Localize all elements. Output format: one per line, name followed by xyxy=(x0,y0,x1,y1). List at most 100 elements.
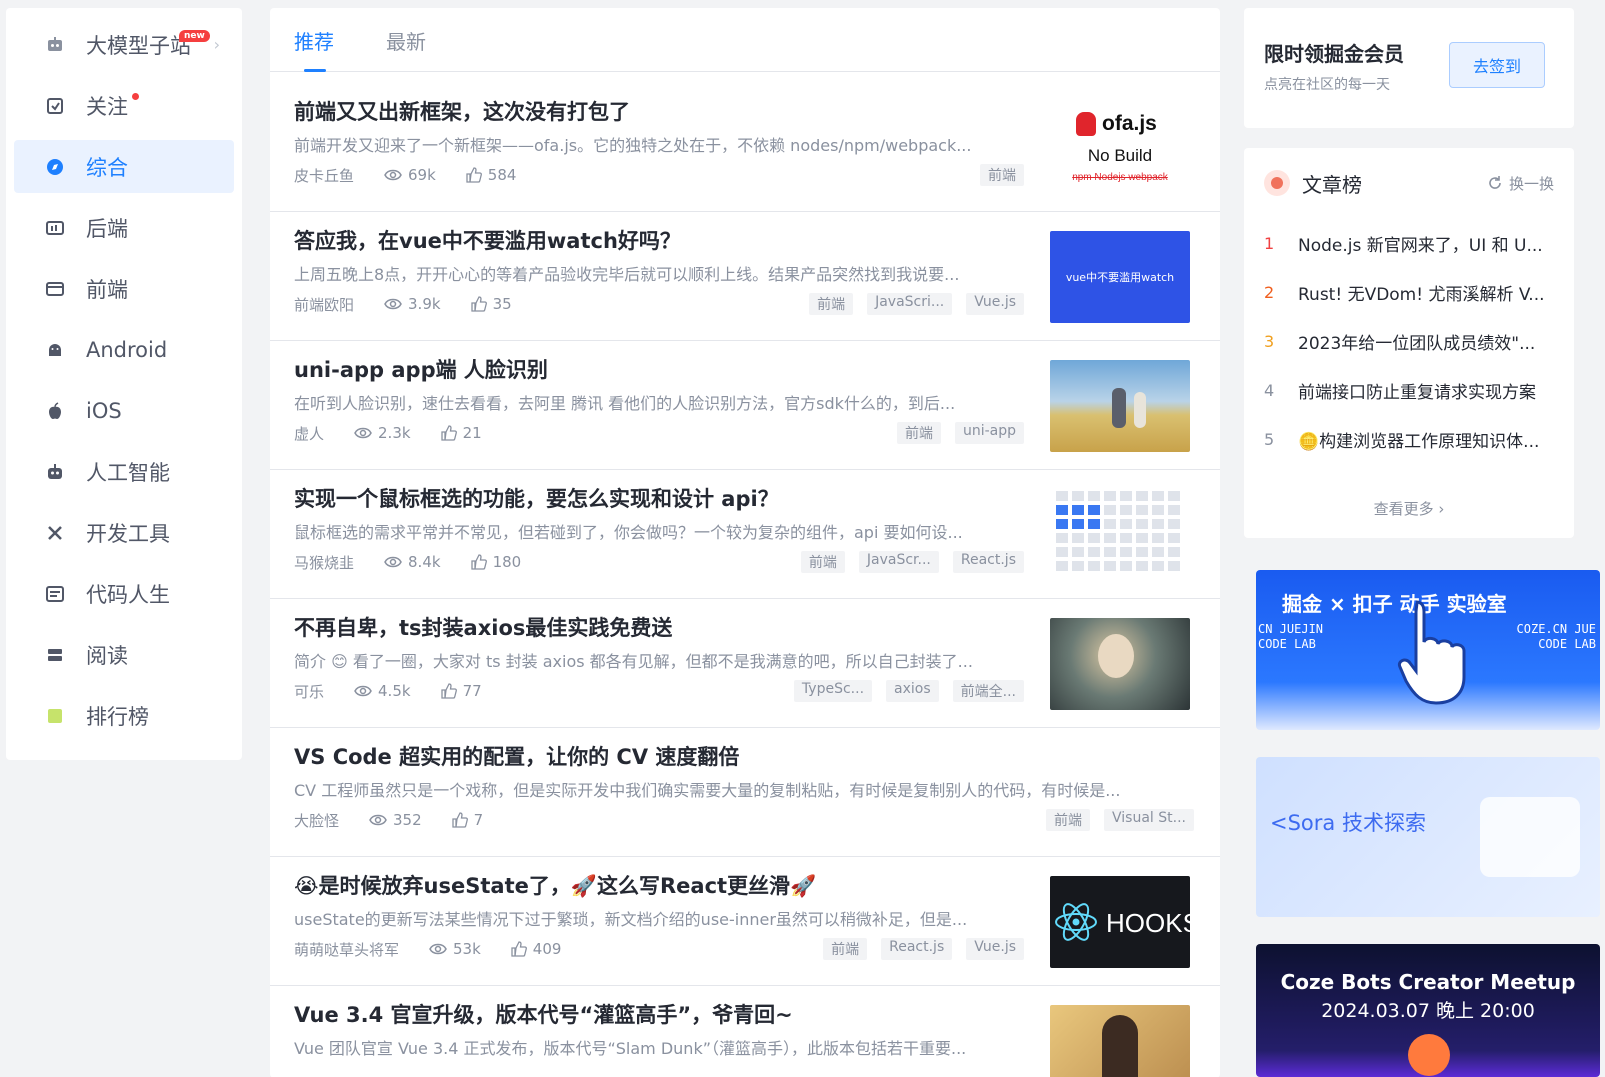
tab-latest[interactable]: 最新 xyxy=(386,26,426,71)
like-count[interactable]: 21 xyxy=(440,424,482,442)
juejin-coze-lab-banner[interactable]: 掘金 × 扣子 动手 实验室 CN JUEJIN CODE LAB COZE.C… xyxy=(1256,570,1600,730)
article-tag[interactable]: Vue.js xyxy=(966,938,1024,960)
article-item[interactable]: 不再自卑，ts封装axios最佳实践免费送 简介 😊 看了一圈，大家对 ts 封… xyxy=(270,596,1220,728)
compass-icon xyxy=(46,158,64,176)
eye-icon xyxy=(384,556,402,568)
follow-icon xyxy=(46,97,64,115)
coze-meetup-banner[interactable]: Coze Bots Creator Meetup 2024.03.07 晚上 2… xyxy=(1256,944,1600,1077)
sidebar-item-label: Android xyxy=(86,337,168,362)
sidebar-item-frontend[interactable]: 前端 xyxy=(14,262,234,315)
thumb-up-icon xyxy=(511,941,527,957)
ranking-item[interactable]: 1 Node.js 新官网来了，UI 和 U... xyxy=(1264,228,1554,258)
article-item[interactable]: 😭是时候放弃useState了，🚀这么写React更丝滑🚀 useState的更… xyxy=(270,854,1220,986)
ranking-item[interactable]: 5 🪙构建浏览器工作原理知识体... xyxy=(1264,424,1554,454)
ranking-item[interactable]: 3 2023年给一位团队成员绩效"... xyxy=(1264,326,1554,356)
article-title[interactable]: 不再自卑，ts封装axios最佳实践免费送 xyxy=(294,612,672,642)
article-author[interactable]: 虚人 xyxy=(294,423,324,444)
article-tag[interactable]: JavaScri... xyxy=(867,293,953,315)
article-tag[interactable]: Vue.js xyxy=(966,293,1024,315)
article-abstract: 前端开发又迎来了一个新框架——ofa.js。它的独特之处在于，不依赖 nodes… xyxy=(294,136,972,155)
refresh-button[interactable]: 换一换 xyxy=(1487,173,1554,194)
article-title[interactable]: 实现一个鼠标框选的功能，要怎么实现和设计 api？ xyxy=(294,483,779,513)
article-author[interactable]: 萌萌哒草头将军 xyxy=(294,939,399,960)
view-count: 352 xyxy=(369,811,422,829)
article-thumbnail[interactable] xyxy=(1050,1005,1190,1077)
article-title[interactable]: Vue 3.4 官宣升级，版本代号“灌篮高手”，爷青回~ xyxy=(294,999,793,1029)
apple-icon xyxy=(46,401,64,420)
ranking-item[interactable]: 2 Rust! 无VDom! 尤雨溪解析 V... xyxy=(1264,277,1554,307)
like-count[interactable]: 180 xyxy=(470,553,521,571)
article-tag[interactable]: TypeSc... xyxy=(793,680,873,702)
sidebar-item-follow[interactable]: 关注 xyxy=(14,79,234,132)
article-item[interactable]: 答应我，在vue中不要滥用watch好吗？ 上周五晚上8点，开开心心的等着产品验… xyxy=(270,209,1220,341)
like-count[interactable]: 77 xyxy=(440,682,482,700)
article-title[interactable]: 答应我，在vue中不要滥用watch好吗？ xyxy=(294,225,681,255)
mascot-icon xyxy=(1408,1034,1450,1076)
article-author[interactable]: 前端欧阳 xyxy=(294,294,354,315)
android-icon xyxy=(46,341,64,359)
article-author[interactable]: 大脸怪 xyxy=(294,810,339,831)
article-thumbnail[interactable] xyxy=(1050,489,1190,581)
article-thumbnail[interactable]: vue中不要滥用watch xyxy=(1050,231,1190,323)
tab-recommended[interactable]: 推荐 xyxy=(294,26,334,72)
article-tag[interactable]: 前端 xyxy=(800,551,845,573)
article-thumbnail[interactable] xyxy=(1050,360,1190,452)
feed-tabs: 推荐 最新 xyxy=(270,8,1220,72)
sidebar-item-ranking[interactable]: 排行榜 xyxy=(14,689,234,742)
sidebar-item-dev-tools[interactable]: 开发工具 xyxy=(14,506,234,559)
like-count[interactable]: 409 xyxy=(511,940,561,958)
like-count[interactable]: 35 xyxy=(470,295,512,313)
sidebar-item-android[interactable]: Android xyxy=(14,323,234,376)
like-count[interactable]: 584 xyxy=(466,166,516,184)
article-tag[interactable]: React.js xyxy=(881,938,953,960)
sidebar-item-backend[interactable]: 后端 xyxy=(14,201,234,254)
like-count[interactable]: 7 xyxy=(452,811,483,829)
article-tag[interactable]: 前端 xyxy=(809,293,854,315)
pointer-hand-icon xyxy=(1397,600,1466,705)
article-meta: 虚人 2.3k 21 前端 uni-app xyxy=(294,422,1024,444)
sora-tech-banner[interactable]: <Sora 技术探索 xyxy=(1256,757,1600,917)
ranking-item[interactable]: 4 前端接口防止重复请求实现方案 xyxy=(1264,375,1554,405)
sidebar-item-label: 综合 xyxy=(86,155,128,180)
cartoon-player-icon xyxy=(1102,1015,1138,1077)
article-tag[interactable]: axios xyxy=(886,680,939,702)
article-thumbnail[interactable] xyxy=(1050,618,1190,710)
sidebar-item-code-life[interactable]: 代码人生 xyxy=(14,567,234,620)
article-tags: TypeSc... axios 前端全... xyxy=(780,680,1024,702)
article-author[interactable]: 可乐 xyxy=(294,681,324,702)
article-item[interactable]: VS Code 超实用的配置，让你的 CV 速度翻倍 CV 工程师虽然只是一个戏… xyxy=(270,725,1220,857)
sidebar-item-label: iOS xyxy=(86,398,122,423)
article-thumbnail[interactable]: HOOKS xyxy=(1050,876,1190,968)
article-tag[interactable]: 前端 xyxy=(1046,809,1091,831)
article-title[interactable]: uni-app app端 人脸识别 xyxy=(294,354,548,384)
article-tag[interactable]: 前端全... xyxy=(952,680,1024,702)
sign-in-button[interactable]: 去签到 xyxy=(1449,42,1545,88)
eye-icon xyxy=(354,685,372,697)
article-title[interactable]: VS Code 超实用的配置，让你的 CV 速度翻倍 xyxy=(294,741,739,771)
article-meta: 马猴烧韭 8.4k 180 前端 JavaScr... React.js xyxy=(294,551,1024,573)
article-item[interactable]: 实现一个鼠标框选的功能，要怎么实现和设计 api？ 鼠标框选的需求平常并不常见，… xyxy=(270,467,1220,599)
sidebar-item-ios[interactable]: iOS xyxy=(14,384,234,437)
rank-title: Node.js 新官网来了，UI 和 U... xyxy=(1298,235,1543,256)
article-tag[interactable]: 前端 xyxy=(896,422,941,444)
article-item[interactable]: 前端又又出新框架，这次没有打包了 前端开发又迎来了一个新框架——ofa.js。它… xyxy=(270,80,1220,212)
article-author[interactable]: 皮卡丘鱼 xyxy=(294,165,354,186)
sidebar-item-ai[interactable]: 人工智能 xyxy=(14,445,234,498)
article-title[interactable]: 前端又又出新框架，这次没有打包了 xyxy=(294,96,630,126)
article-tag[interactable]: 前端 xyxy=(823,938,868,960)
article-thumbnail[interactable]: ofa.js No Build npm Nodejs webpack xyxy=(1050,102,1190,194)
article-tag[interactable]: 前端 xyxy=(980,164,1024,186)
article-item[interactable]: Vue 3.4 官宣升级，版本代号“灌篮高手”，爷青回~ Vue 团队官宣 Vu… xyxy=(270,983,1220,1077)
article-author[interactable]: 马猴烧韭 xyxy=(294,552,354,573)
article-tag[interactable]: React.js xyxy=(952,551,1024,573)
see-more-link[interactable]: 查看更多 › xyxy=(1244,498,1574,519)
sidebar-item-llm-site[interactable]: 大模型子站 new › xyxy=(14,18,234,71)
article-tag[interactable]: uni-app xyxy=(954,422,1024,444)
article-title[interactable]: 😭是时候放弃useState了，🚀这么写React更丝滑🚀 xyxy=(294,870,816,900)
ranking-title: 文章榜 xyxy=(1302,172,1362,197)
article-tag[interactable]: Visual St... xyxy=(1104,809,1194,831)
sidebar-item-reading[interactable]: 阅读 xyxy=(14,628,234,681)
sidebar-item-general[interactable]: 综合 xyxy=(14,140,234,193)
article-item[interactable]: uni-app app端 人脸识别 在听到人脸识别，速仕去看看，去阿里 腾讯 看… xyxy=(270,338,1220,470)
article-tag[interactable]: JavaScr... xyxy=(858,551,939,573)
